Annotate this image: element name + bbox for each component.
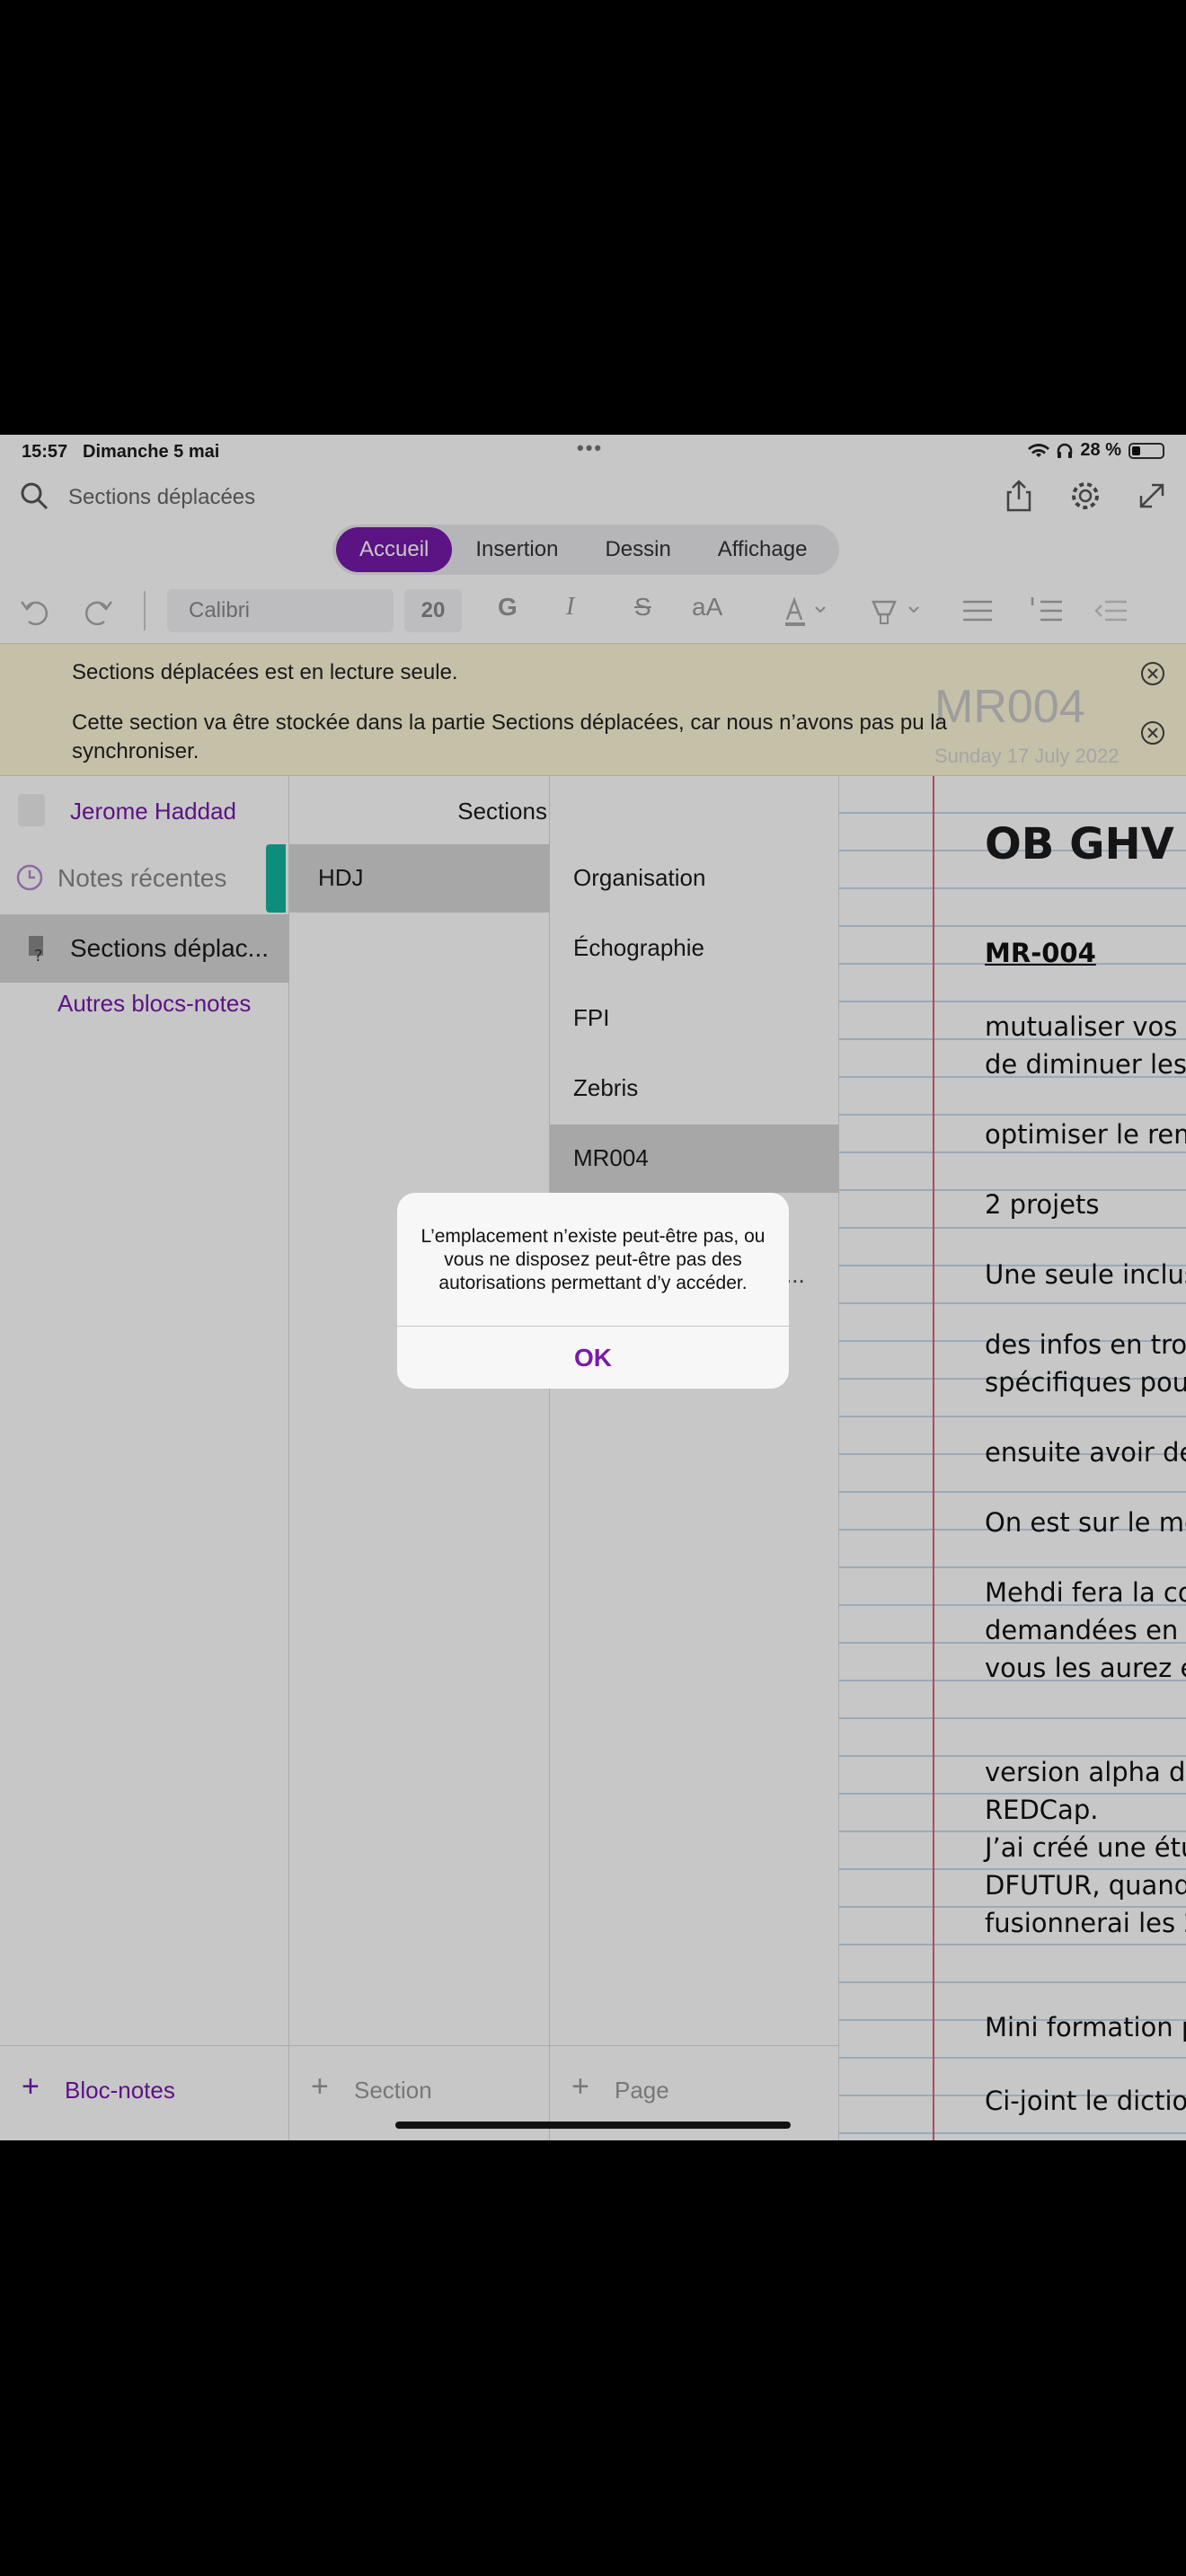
alert-dialog: L’emplacement n’existe peut-être pas, ou…	[397, 1193, 789, 1389]
home-indicator[interactable]	[395, 2122, 791, 2129]
onenote-window: 15:57 Dimanche 5 mai ••• 28 % Sections d…	[0, 435, 1186, 2140]
alert-message: L’emplacement n’existe peut-être pas, ou…	[420, 1226, 766, 1293]
ok-button[interactable]: OK	[397, 1327, 789, 1389]
